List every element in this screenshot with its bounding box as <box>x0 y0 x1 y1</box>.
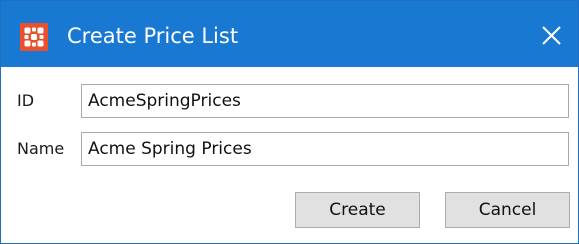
title-bar: Create Price List <box>1 1 578 67</box>
name-input[interactable] <box>81 132 569 166</box>
cancel-button[interactable]: Cancel <box>445 192 570 228</box>
close-icon <box>542 26 561 45</box>
dialog-title: Create Price List <box>67 24 239 48</box>
close-button[interactable] <box>533 19 569 53</box>
app-logo-icon <box>20 23 48 51</box>
id-input[interactable] <box>81 84 569 118</box>
create-price-list-dialog: Create Price List ID Name Create Cancel <box>0 0 579 244</box>
id-label: ID <box>17 91 35 110</box>
name-label: Name <box>17 139 65 158</box>
create-button[interactable]: Create <box>295 192 420 228</box>
